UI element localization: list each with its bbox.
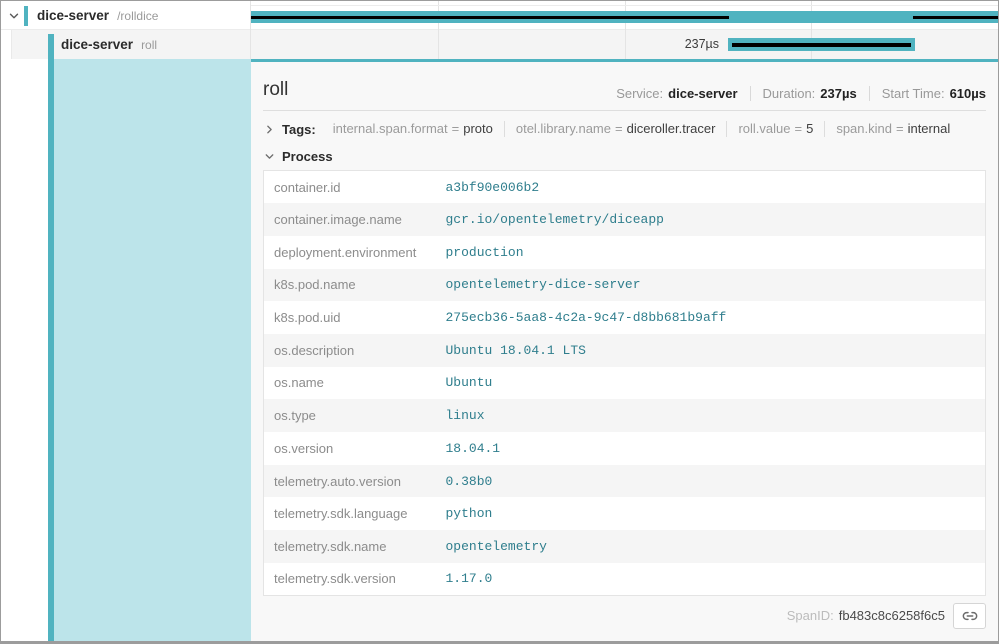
- tag-equals: =: [611, 121, 627, 136]
- key-cell: os.name: [264, 367, 436, 400]
- value-cell: 0.38b0: [436, 465, 986, 498]
- tag-equals: =: [448, 121, 464, 136]
- span-bar-rolldice[interactable]: [251, 11, 998, 23]
- key-cell: os.type: [264, 399, 436, 432]
- key-cell: os.description: [264, 334, 436, 367]
- value-cell: gcr.io/opentelemetry/diceapp: [436, 203, 986, 236]
- process-accordion-header[interactable]: Process: [263, 149, 986, 164]
- key-cell: telemetry.auto.version: [264, 465, 436, 498]
- table-row: telemetry.sdk.nameopentelemetry: [264, 530, 986, 563]
- start-time-label: Start Time:: [882, 86, 945, 101]
- key-cell: telemetry.sdk.version: [264, 563, 436, 596]
- value-cell: python: [436, 497, 986, 530]
- timeline-gridline: [625, 1, 626, 59]
- value-cell: production: [436, 236, 986, 269]
- tag-value: proto: [463, 121, 493, 136]
- header-divider: [263, 110, 986, 111]
- key-cell: k8s.pod.name: [264, 269, 436, 302]
- tag-value: internal: [908, 121, 951, 136]
- table-row: os.version18.04.1: [264, 432, 986, 465]
- chevron-right-icon: [263, 123, 276, 136]
- tag-item: span.kind=internal: [824, 121, 961, 137]
- key-cell: container.id: [264, 171, 436, 204]
- critical-path-segment: [913, 16, 998, 19]
- deep-link-button[interactable]: [953, 603, 986, 629]
- tags-label: Tags:: [282, 122, 316, 137]
- value-cell: 275ecb36-5aa8-4c2a-9c47-d8bb681b9aff: [436, 301, 986, 334]
- table-row: deployment.environmentproduction: [264, 236, 986, 269]
- value-cell: opentelemetry-dice-server: [436, 269, 986, 302]
- table-row: k8s.pod.uid275ecb36-5aa8-4c2a-9c47-d8bb6…: [264, 301, 986, 334]
- value-cell: opentelemetry: [436, 530, 986, 563]
- table-row: telemetry.auto.version0.38b0: [264, 465, 986, 498]
- span-id-label: SpanID:: [787, 608, 834, 623]
- table-row: container.ida3bf90e006b2: [264, 171, 986, 204]
- value-cell: 1.17.0: [436, 563, 986, 596]
- key-cell: deployment.environment: [264, 236, 436, 269]
- span-detail-title: roll: [263, 79, 288, 101]
- value-cell: 18.04.1: [436, 432, 986, 465]
- jaeger-trace-window: dice-server /rolldice dice-server roll 2…: [0, 0, 999, 644]
- key-cell: container.image.name: [264, 203, 436, 236]
- detail-footer: SpanID: fb483c8c6258f6c5: [263, 603, 986, 629]
- ruler-line: [251, 5, 998, 6]
- service-name[interactable]: dice-server: [37, 8, 109, 23]
- key-cell: os.version: [264, 432, 436, 465]
- key-cell: k8s.pod.uid: [264, 301, 436, 334]
- tag-item: internal.span.format=proto: [322, 121, 504, 137]
- span-duration-text: 237µs: [639, 37, 719, 51]
- tag-equals: =: [892, 121, 908, 136]
- span-color-bar: [24, 6, 28, 26]
- service-value: dice-server: [668, 86, 737, 101]
- key-cell: telemetry.sdk.language: [264, 497, 436, 530]
- value-cell: linux: [436, 399, 986, 432]
- selected-span-strip: [1, 59, 251, 641]
- span-color-bar: [48, 34, 54, 59]
- tags-accordion-header[interactable]: Tags: internal.span.format=protootel.lib…: [263, 121, 986, 137]
- tag-value: diceroller.tracer: [627, 121, 716, 136]
- tag-equals: =: [791, 121, 807, 136]
- span-bar-roll[interactable]: [728, 38, 915, 51]
- table-row: os.descriptionUbuntu 18.04.1 LTS: [264, 334, 986, 367]
- value-cell: a3bf90e006b2: [436, 171, 986, 204]
- table-row: telemetry.sdk.languagepython: [264, 497, 986, 530]
- tag-key: roll.value: [738, 121, 790, 136]
- start-time-value: 610µs: [950, 86, 986, 101]
- service-label: Service:: [616, 86, 663, 101]
- critical-path-segment: [251, 16, 729, 19]
- tag-key: otel.library.name: [516, 121, 611, 136]
- table-row: container.image.namegcr.io/opentelemetry…: [264, 203, 986, 236]
- tag-key: span.kind: [836, 121, 892, 136]
- span-id-value: fb483c8c6258f6c5: [839, 608, 945, 623]
- service-name[interactable]: dice-server: [61, 37, 133, 52]
- timeline-area: 237µs: [251, 1, 998, 59]
- timeline-gridline: [438, 1, 439, 59]
- process-table: container.ida3bf90e006b2container.image.…: [263, 170, 986, 596]
- process-label: Process: [282, 149, 333, 164]
- tag-key: internal.span.format: [333, 121, 448, 136]
- link-icon: [962, 608, 978, 624]
- duration-label: Duration:: [763, 86, 816, 101]
- table-row: k8s.pod.nameopentelemetry-dice-server: [264, 269, 986, 302]
- span-detail-panel: roll Service: dice-server Duration: 237µs …: [251, 59, 998, 641]
- selected-span-tint: [54, 59, 251, 641]
- operation-name: /rolldice: [117, 9, 158, 23]
- tag-item: otel.library.name=diceroller.tracer: [504, 121, 727, 137]
- table-row: os.typelinux: [264, 399, 986, 432]
- table-row: telemetry.sdk.version1.17.0: [264, 563, 986, 596]
- operation-name: roll: [141, 38, 157, 52]
- table-row: os.nameUbuntu: [264, 367, 986, 400]
- key-cell: telemetry.sdk.name: [264, 530, 436, 563]
- chevron-down-icon: [263, 150, 276, 163]
- span-overview: Service: dice-server Duration: 237µs Start…: [616, 86, 986, 101]
- timeline-boundary-line: [250, 1, 251, 59]
- value-cell: Ubuntu: [436, 367, 986, 400]
- tags-summary-list: internal.span.format=protootel.library.n…: [322, 121, 962, 137]
- tag-value: 5: [806, 121, 813, 136]
- duration-value: 237µs: [820, 86, 856, 101]
- chevron-down-icon[interactable]: [7, 9, 21, 23]
- critical-path-segment: [732, 43, 911, 47]
- tag-item: roll.value=5: [726, 121, 824, 137]
- value-cell: Ubuntu 18.04.1 LTS: [436, 334, 986, 367]
